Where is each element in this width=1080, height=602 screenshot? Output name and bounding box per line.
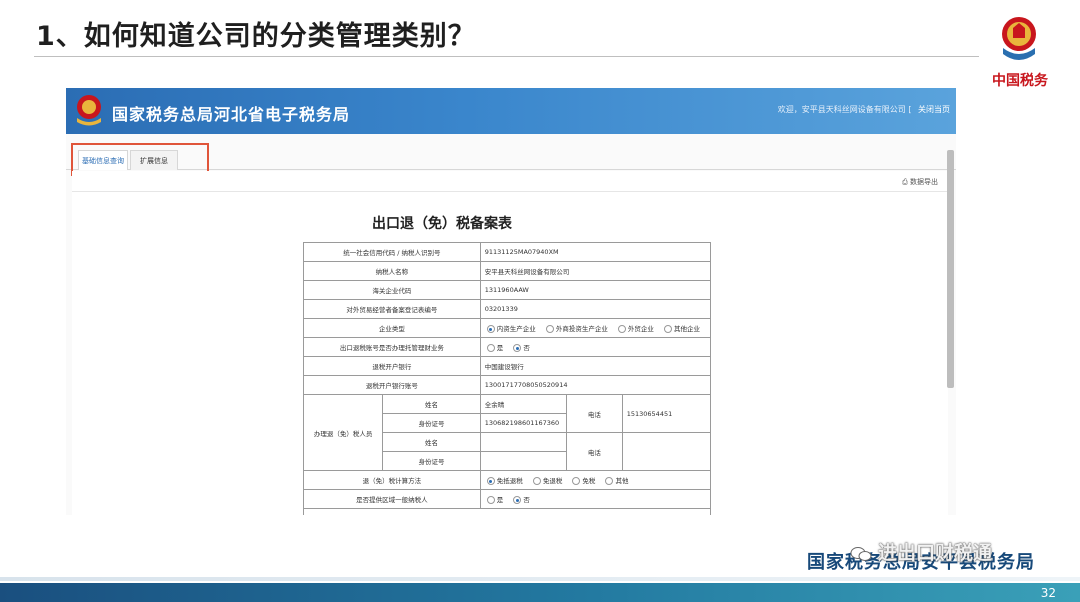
agent2-id-label: 身份证号 — [382, 451, 481, 471]
portal-screenshot: 国家税务总局河北省电子税务局 欢迎，安平县天科丝网设备有限公司 [ 关闭当页 基… — [66, 88, 956, 515]
enterprise-type-option[interactable]: 外贸企业 — [616, 325, 654, 333]
entrusted-label: 出口退税账号是否办理托管理财业务 — [303, 337, 481, 357]
table-row: 退（免）税计算方法 免抵退税 免退税 免税 其他 — [303, 470, 712, 490]
data-export-label: 数据导出 — [910, 178, 938, 186]
customs-code-value: 1311960AAW — [479, 280, 712, 300]
entrusted-no-option[interactable]: 否 — [511, 344, 530, 352]
watermark-text: 进出口财税通 — [878, 542, 993, 564]
entrusted-yes-option[interactable]: 是 — [485, 344, 503, 352]
radio-icon — [486, 344, 495, 352]
agent-name-label: 姓名 — [382, 394, 481, 414]
method-group: 免抵退税 免退税 免税 其他 — [479, 470, 712, 490]
foreign-trade-value: 03201339 — [479, 299, 712, 319]
page-number: 32 — [1040, 586, 1056, 600]
agent-label: 办理退（免）税人员 — [302, 394, 384, 471]
table-row: 退税开户银行账号 13001717708050520914 — [303, 375, 712, 395]
enterprise-type-option[interactable]: 内资生产企业 — [485, 325, 536, 333]
bank-label: 退税开户银行 — [303, 356, 481, 376]
portal-banner: 国家税务总局河北省电子税务局 欢迎，安平县天科丝网设备有限公司 [ 关闭当页 — [66, 88, 956, 134]
zone-yes-option[interactable]: 是 — [485, 496, 503, 504]
zone-label: 是否提供区域一般纳税人 — [303, 489, 481, 509]
taxpayer-name-value: 安平县天科丝网设备有限公司 — [479, 261, 712, 281]
zone-no-option[interactable]: 否 — [511, 496, 530, 504]
agent1-name: 全余晴 — [479, 394, 567, 414]
enterprise-type-option[interactable]: 外商投资生产企业 — [544, 325, 608, 333]
scrollbar[interactable] — [947, 150, 954, 388]
radio-icon — [663, 325, 672, 333]
panel-divider — [72, 191, 948, 192]
agent1-phone: 15130654451 — [621, 394, 712, 433]
credit-code-label: 统一社会信用代码 / 纳税人识别号 — [303, 242, 481, 262]
data-export-button[interactable]: ⎙ 数据导出 — [902, 177, 938, 187]
enterprise-type-label: 企业类型 — [303, 318, 481, 338]
agent2-phone-label: 电话 — [565, 432, 623, 471]
table-row: 办理退（免）税人员 姓名 全余晴 电话 15130654451 — [302, 394, 712, 471]
table-row: 是否提供区域一般纳税人 是 否 — [303, 489, 712, 509]
form-panel: ⎙ 数据导出 出口退（免）税备案表 统一社会信用代码 / 纳税人识别号 9113… — [72, 171, 948, 515]
tax-badge-icon — [77, 95, 101, 126]
watermark: 进出口财税通 — [850, 538, 992, 565]
account-value: 13001717708050520914 — [479, 375, 712, 395]
radio-icon — [532, 477, 541, 485]
radio-icon — [486, 496, 495, 504]
welcome-bar: 欢迎，安平县天科丝网设备有限公司 [ 关闭当页 — [777, 105, 950, 114]
form-title: 出口退（免）税备案表 — [372, 216, 512, 232]
foreign-trade-label: 对外贸易经营者备案登记表编号 — [303, 299, 481, 319]
footer-strip — [0, 577, 1080, 581]
welcome-text: 欢迎，安平县天科丝网设备有限公司 — [777, 105, 906, 114]
tax-emblem-icon — [1002, 17, 1036, 60]
radio-icon — [617, 325, 626, 333]
table-row: 纳税人名称 安平县天科丝网设备有限公司 — [303, 261, 712, 281]
enterprise-type-group: 内资生产企业 外商投资生产企业 外贸企业 其他企业 — [479, 318, 712, 338]
title-divider — [34, 56, 979, 57]
filing-form-table: 统一社会信用代码 / 纳税人识别号 91131125MA07940XM 纳税人名… — [302, 242, 712, 515]
radio-icon — [605, 477, 614, 485]
customs-code-label: 海关企业代码 — [303, 280, 481, 300]
method-option[interactable]: 免抵退税 — [485, 477, 523, 485]
bottom-bar — [0, 583, 1080, 602]
agent1-id: 130682198601167360 — [479, 413, 567, 433]
table-row: 统一社会信用代码 / 纳税人识别号 91131125MA07940XM — [303, 242, 712, 262]
method-option[interactable]: 免退税 — [531, 477, 562, 485]
printer-icon: ⎙ — [902, 178, 908, 186]
agent-id-label: 身份证号 — [382, 413, 481, 433]
entrusted-group: 是 否 — [479, 337, 712, 357]
slide-title: 1、如何知道公司的分类管理类别？ — [36, 21, 476, 52]
table-row: 企业类型 内资生产企业 外商投资生产企业 外贸企业 其他企业 — [303, 318, 712, 338]
method-label: 退（免）税计算方法 — [303, 470, 481, 490]
table-row: 海关企业代码 1311960AAW — [303, 280, 712, 300]
portal-title: 国家税务总局河北省电子税务局 — [112, 105, 351, 124]
agent2-name-label: 姓名 — [382, 432, 481, 452]
enterprise-type-option[interactable]: 其他企业 — [662, 325, 700, 333]
agent2-name — [479, 432, 567, 452]
radio-icon — [545, 325, 554, 333]
emblem-caption: 中国税务 — [992, 73, 1048, 89]
table-row: 退税开户银行 中国建设银行 — [303, 356, 712, 376]
radio-selected-icon — [513, 344, 522, 352]
radio-icon — [572, 477, 581, 485]
method-option[interactable]: 其他 — [603, 477, 628, 485]
bank-value: 中国建设银行 — [479, 356, 712, 376]
agent2-id — [479, 451, 567, 471]
slide: 1、如何知道公司的分类管理类别？ 中国税务 国家税务总局河北省电子税务局 欢迎，… — [0, 0, 1080, 602]
account-label: 退税开户银行账号 — [303, 375, 481, 395]
method-option[interactable]: 免税 — [570, 477, 595, 485]
radio-selected-icon — [513, 496, 522, 504]
wechat-icon — [850, 546, 872, 561]
table-row — [303, 508, 711, 515]
agent1-phone-label: 电话 — [565, 394, 623, 433]
radio-selected-icon — [486, 325, 495, 333]
taxpayer-name-label: 纳税人名称 — [303, 261, 481, 281]
table-row: 出口退税账号是否办理托管理财业务 是 否 — [303, 337, 712, 357]
close-page-link[interactable]: 关闭当页 — [918, 105, 950, 114]
credit-code-value: 91131125MA07940XM — [479, 242, 712, 262]
agent2-phone — [621, 432, 712, 471]
zone-group: 是 否 — [479, 489, 712, 509]
radio-selected-icon — [486, 477, 495, 485]
table-row: 对外贸易经营者备案登记表编号 03201339 — [303, 299, 712, 319]
